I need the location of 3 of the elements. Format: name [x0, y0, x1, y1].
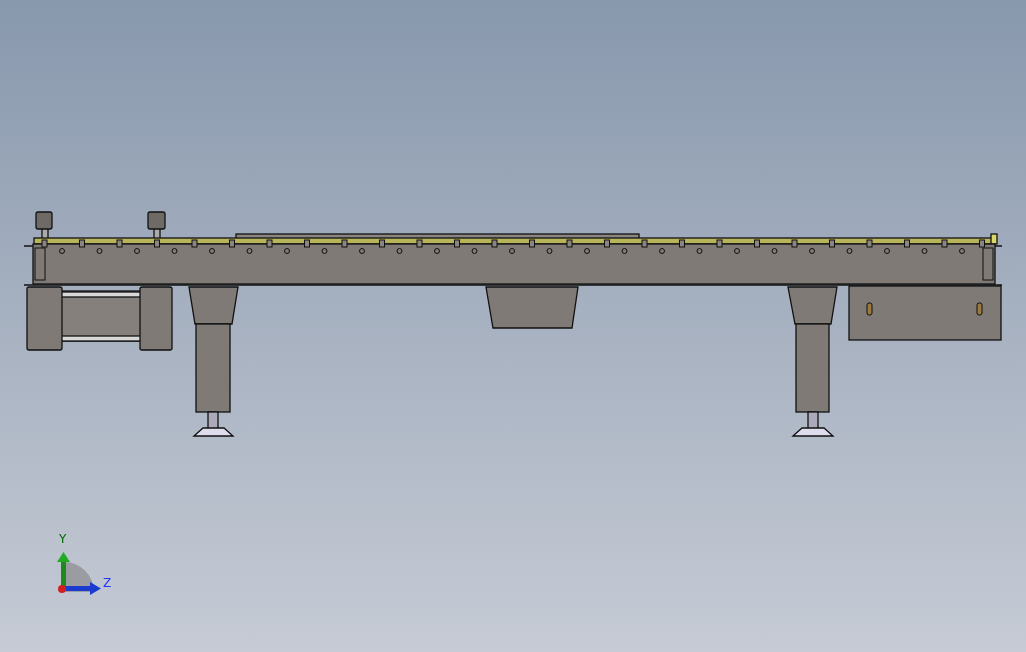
axis-triad-drawing	[57, 552, 101, 595]
axis-label: Y	[59, 532, 67, 546]
axis-label: Z	[103, 576, 112, 590]
